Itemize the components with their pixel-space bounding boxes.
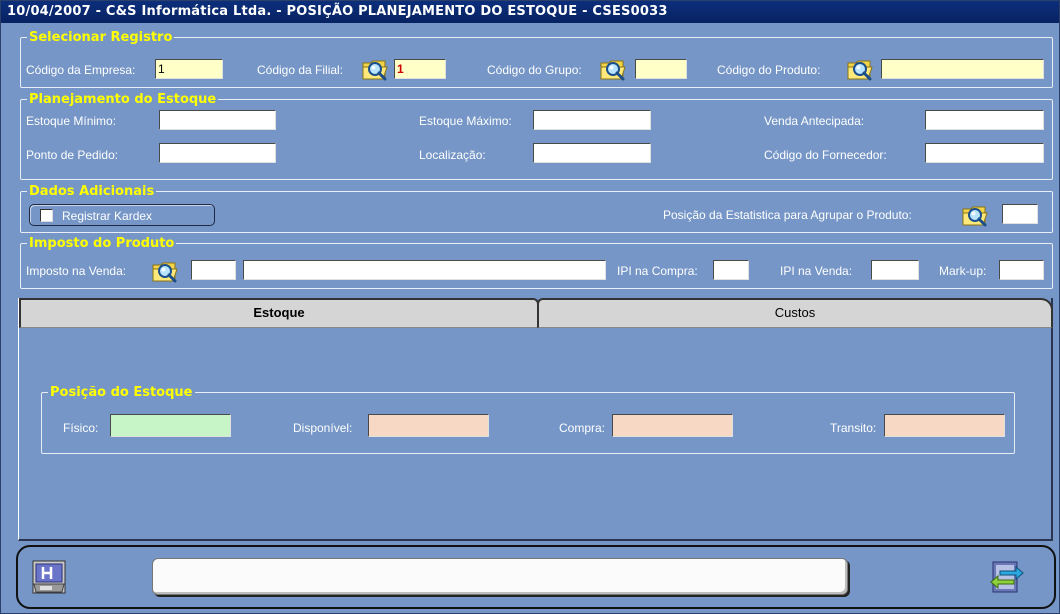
main-window: 10/04/2007 - C&S Informática Ltda. - POS… <box>0 0 1060 614</box>
group-dados-adicionais-legend: Dados Adicionais <box>29 184 155 199</box>
disponivel-label: Disponível: <box>293 421 353 435</box>
kardex-checkbox-box[interactable] <box>40 209 53 222</box>
imposto-venda-desc-input[interactable] <box>243 260 606 280</box>
localizacao-input[interactable] <box>533 143 651 163</box>
fornecedor-input[interactable] <box>925 143 1044 163</box>
window-title: 10/04/2007 - C&S Informática Ltda. - POS… <box>1 1 1059 23</box>
folder-search-icon <box>961 203 991 227</box>
posicao-estatistica-label: Posição da Estatistica para Agrupar o Pr… <box>663 208 912 222</box>
imposto-venda-code-input[interactable] <box>191 260 236 280</box>
produto-input[interactable] <box>881 59 1044 79</box>
empresa-input[interactable] <box>155 59 223 79</box>
grupo-input[interactable] <box>635 59 687 79</box>
registrar-kardex-checkbox[interactable]: Registrar Kardex <box>29 204 215 226</box>
produto-lookup-button[interactable] <box>846 57 876 81</box>
compra-input[interactable] <box>612 414 733 437</box>
footer-toolbar <box>16 545 1056 609</box>
group-planejamento-estoque: Planejamento do Estoque <box>20 93 1053 180</box>
posicao-estatistica-input[interactable] <box>1002 204 1038 224</box>
transito-label: Transito: <box>830 421 877 435</box>
estoque-maximo-input[interactable] <box>533 110 651 130</box>
empresa-label: Código da Empresa: <box>26 63 136 77</box>
filial-lookup-button[interactable] <box>361 57 391 81</box>
exit-button[interactable] <box>990 560 1024 594</box>
produto-label: Código do Produto: <box>717 63 821 77</box>
fornecedor-label: Código do Fornecedor: <box>764 148 887 162</box>
estoque-minimo-input[interactable] <box>159 110 276 130</box>
ipi-venda-label: IPI na Venda: <box>780 264 853 278</box>
filial-label: Código da Filial: <box>257 63 344 77</box>
localizacao-label: Localização: <box>419 148 486 162</box>
folder-search-icon <box>846 57 876 81</box>
estoque-maximo-label: Estoque Máximo: <box>419 114 512 128</box>
imposto-venda-lookup-button[interactable] <box>151 259 181 283</box>
tab-custos[interactable]: Custos <box>537 298 1053 328</box>
markup-label: Mark-up: <box>939 264 987 278</box>
folder-search-icon <box>599 57 629 81</box>
save-button[interactable] <box>32 560 66 594</box>
folder-search-icon <box>151 259 181 283</box>
group-planejamento-legend: Planejamento do Estoque <box>29 92 217 107</box>
group-selecionar-legend: Selecionar Registro <box>29 30 173 45</box>
group-posicao-legend: Posição do Estoque <box>50 385 193 400</box>
venda-antecipada-label: Venda Antecipada: <box>764 114 865 128</box>
floppy-disk-icon <box>32 560 66 594</box>
fisico-input[interactable] <box>110 414 231 437</box>
ipi-venda-input[interactable] <box>871 260 919 280</box>
grupo-label: Código do Grupo: <box>487 63 582 77</box>
status-bar <box>152 558 848 595</box>
filial-input[interactable] <box>394 59 446 79</box>
tab-estoque[interactable]: Estoque <box>19 298 539 328</box>
ipi-compra-label: IPI na Compra: <box>617 264 698 278</box>
ponto-pedido-input[interactable] <box>159 143 276 163</box>
disponivel-input[interactable] <box>368 414 489 437</box>
ponto-pedido-label: Ponto de Pedido: <box>26 148 119 162</box>
group-imposto-legend: Imposto do Produto <box>29 236 175 251</box>
transito-input[interactable] <box>884 414 1005 437</box>
folder-search-icon <box>361 57 391 81</box>
kardex-label: Registrar Kardex <box>62 209 153 223</box>
estoque-minimo-label: Estoque Mínimo: <box>26 114 117 128</box>
posicao-estatistica-lookup-button[interactable] <box>961 203 991 227</box>
fisico-label: Físico: <box>63 421 99 435</box>
markup-input[interactable] <box>999 260 1044 280</box>
compra-label: Compra: <box>559 421 606 435</box>
ipi-compra-input[interactable] <box>713 260 749 280</box>
grupo-lookup-button[interactable] <box>599 57 629 81</box>
venda-antecipada-input[interactable] <box>925 110 1044 130</box>
exit-arrows-icon <box>990 561 1024 593</box>
imposto-venda-label: Imposto na Venda: <box>26 264 127 278</box>
